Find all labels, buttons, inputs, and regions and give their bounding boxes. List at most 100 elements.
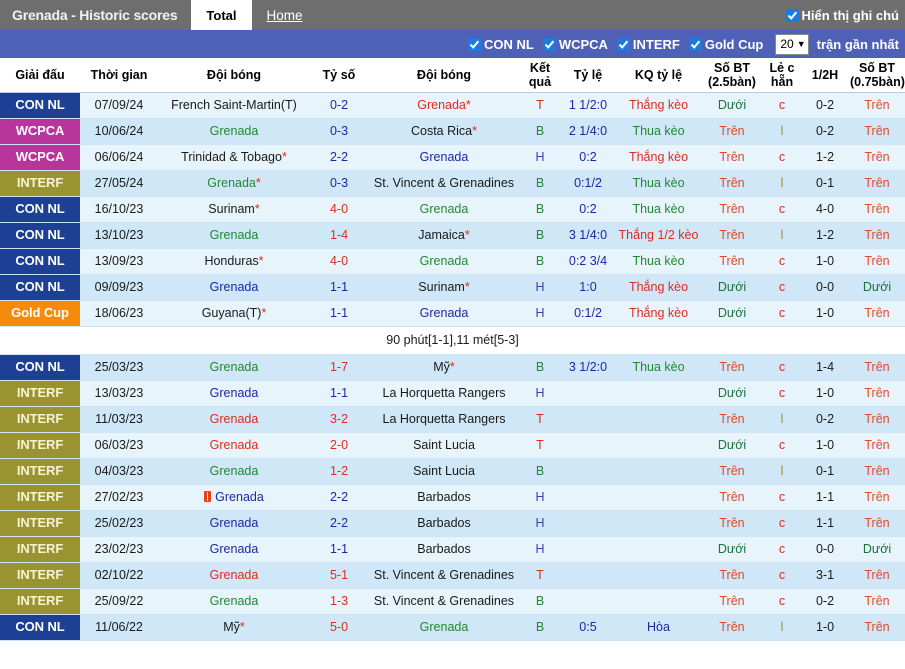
- col-home-team[interactable]: Đội bóng: [158, 58, 310, 93]
- table-row[interactable]: CON NL 13/10/23 Grenada 1-4 Jamaica* B 3 1/4:0…: [0, 222, 905, 249]
- away-team-cell[interactable]: St. Vincent & Grenadines: [368, 588, 520, 615]
- match-count-select[interactable]: 20 ▼: [775, 33, 809, 55]
- filter-interf[interactable]: INTERF: [616, 37, 680, 52]
- league-badge[interactable]: INTERF: [0, 589, 80, 614]
- league-cell[interactable]: CON NL: [0, 196, 80, 223]
- away-team-cell[interactable]: Barbados: [368, 536, 520, 563]
- checkbox-checked-icon[interactable]: [542, 37, 556, 51]
- score-cell[interactable]: 0-3: [310, 118, 368, 145]
- col-away-team[interactable]: Đội bóng: [368, 58, 520, 93]
- league-badge[interactable]: INTERF: [0, 485, 80, 510]
- away-team-cell[interactable]: Barbados: [368, 510, 520, 537]
- table-row[interactable]: Gold Cup 18/06/23 Guyana(T)* 1-1 Grenada H 0:1…: [0, 300, 905, 327]
- score-cell[interactable]: 1-3: [310, 588, 368, 615]
- home-team-cell[interactable]: Trinidad & Tobago*: [158, 144, 310, 171]
- league-badge[interactable]: WCPCA: [0, 145, 80, 170]
- league-cell[interactable]: INTERF: [0, 380, 80, 407]
- home-team-cell[interactable]: Grenada: [158, 484, 310, 511]
- col-time[interactable]: Thời gian: [80, 58, 158, 93]
- home-team-cell[interactable]: Grenada: [158, 118, 310, 145]
- table-row[interactable]: INTERF 06/03/23 Grenada 2-0 Saint Lucia T Dưới…: [0, 432, 905, 459]
- table-row[interactable]: INTERF 27/02/23 Grenada 2-2 Barbados H Trên c 1-…: [0, 484, 905, 511]
- league-cell[interactable]: INTERF: [0, 536, 80, 563]
- away-team-cell[interactable]: Grenada*: [368, 92, 520, 119]
- away-team-cell[interactable]: Costa Rica*: [368, 118, 520, 145]
- table-row[interactable]: CON NL 25/03/23 Grenada 1-7 Mỹ* B 3 1/2:0 Thua …: [0, 354, 905, 381]
- home-team-cell[interactable]: Honduras*: [158, 248, 310, 275]
- away-team-cell[interactable]: Surinam*: [368, 274, 520, 301]
- away-team-cell[interactable]: St. Vincent & Grenadines: [368, 170, 520, 197]
- col-odd-even[interactable]: Lẻ c hẵn: [763, 58, 801, 93]
- col-ou-25[interactable]: Số BT (2.5bàn): [701, 58, 763, 93]
- filter-con-nl[interactable]: CON NL: [467, 37, 534, 52]
- league-cell[interactable]: INTERF: [0, 588, 80, 615]
- home-team-cell[interactable]: Grenada: [158, 222, 310, 249]
- tab-home[interactable]: Home: [252, 0, 318, 30]
- away-team-cell[interactable]: Grenada: [368, 614, 520, 641]
- score-cell[interactable]: 4-0: [310, 196, 368, 223]
- home-team-cell[interactable]: Guyana(T)*: [158, 300, 310, 327]
- away-team-cell[interactable]: La Horquetta Rangers: [368, 406, 520, 433]
- table-row[interactable]: INTERF 02/10/22 Grenada 5-1 St. Vincent & Gr…: [0, 562, 905, 589]
- league-cell[interactable]: INTERF: [0, 170, 80, 197]
- league-cell[interactable]: Gold Cup: [0, 300, 80, 327]
- table-row[interactable]: WCPCA 06/06/24 Trinidad & Tobago* 2-2 Grenad…: [0, 144, 905, 171]
- league-badge[interactable]: CON NL: [0, 223, 80, 248]
- away-team-cell[interactable]: Saint Lucia: [368, 432, 520, 459]
- score-cell[interactable]: 1-1: [310, 380, 368, 407]
- home-team-cell[interactable]: Grenada: [158, 458, 310, 485]
- away-team-cell[interactable]: Grenada: [368, 196, 520, 223]
- col-odds-result[interactable]: KQ tỷ lệ: [616, 58, 701, 93]
- col-ou-075[interactable]: Số BT (0.75bàn): [849, 58, 905, 93]
- away-team-cell[interactable]: Barbados: [368, 484, 520, 511]
- home-team-cell[interactable]: Grenada: [158, 562, 310, 589]
- col-half-time[interactable]: 1/2H: [801, 58, 849, 93]
- col-result[interactable]: Kết quả: [520, 58, 560, 93]
- table-row[interactable]: INTERF 27/05/24 Grenada* 0-3 St. Vincent & G…: [0, 170, 905, 197]
- league-badge[interactable]: CON NL: [0, 355, 80, 380]
- home-team-cell[interactable]: Grenada: [158, 536, 310, 563]
- table-row[interactable]: CON NL 11/06/22 Mỹ* 5-0 Grenada B 0:5 Hòa Trên l 1…: [0, 614, 905, 641]
- league-cell[interactable]: CON NL: [0, 614, 80, 641]
- col-score[interactable]: Tỷ số: [310, 58, 368, 93]
- table-row[interactable]: CON NL 16/10/23 Surinam* 4-0 Grenada B 0:2 Thua…: [0, 196, 905, 223]
- league-badge[interactable]: INTERF: [0, 511, 80, 536]
- league-cell[interactable]: INTERF: [0, 484, 80, 511]
- league-cell[interactable]: WCPCA: [0, 118, 80, 145]
- table-row[interactable]: CON NL 09/09/23 Grenada 1-1 Surinam* H 1:0 Thắn…: [0, 274, 905, 301]
- league-badge[interactable]: INTERF: [0, 171, 80, 196]
- away-team-cell[interactable]: Grenada: [368, 300, 520, 327]
- league-badge[interactable]: CON NL: [0, 275, 80, 300]
- league-badge[interactable]: Gold Cup: [0, 301, 80, 326]
- score-cell[interactable]: 5-0: [310, 614, 368, 641]
- away-team-cell[interactable]: Jamaica*: [368, 222, 520, 249]
- score-cell[interactable]: 1-1: [310, 300, 368, 327]
- score-cell[interactable]: 2-2: [310, 484, 368, 511]
- league-badge[interactable]: CON NL: [0, 93, 80, 118]
- filter-gold-cup[interactable]: Gold Cup: [688, 37, 763, 52]
- checkbox-checked-icon[interactable]: [467, 37, 481, 51]
- table-row[interactable]: INTERF 25/09/22 Grenada 1-3 St. Vincent & Gr…: [0, 588, 905, 615]
- table-row[interactable]: INTERF 11/03/23 Grenada 3-2 La Horquetta Ran…: [0, 406, 905, 433]
- score-cell[interactable]: 0-3: [310, 170, 368, 197]
- league-cell[interactable]: INTERF: [0, 406, 80, 433]
- league-badge[interactable]: INTERF: [0, 537, 80, 562]
- league-badge[interactable]: INTERF: [0, 433, 80, 458]
- home-team-cell[interactable]: Grenada: [158, 406, 310, 433]
- league-cell[interactable]: INTERF: [0, 458, 80, 485]
- home-team-cell[interactable]: French Saint-Martin(T): [158, 92, 310, 119]
- home-team-cell[interactable]: Grenada: [158, 380, 310, 407]
- checkbox-checked-icon[interactable]: [785, 8, 799, 22]
- league-badge[interactable]: CON NL: [0, 197, 80, 222]
- away-team-cell[interactable]: Mỹ*: [368, 354, 520, 381]
- score-cell[interactable]: 0-2: [310, 92, 368, 119]
- score-cell[interactable]: 2-2: [310, 144, 368, 171]
- tab-total[interactable]: Total: [191, 0, 252, 30]
- league-badge[interactable]: INTERF: [0, 407, 80, 432]
- home-team-cell[interactable]: Grenada: [158, 274, 310, 301]
- table-row[interactable]: INTERF 04/03/23 Grenada 1-2 Saint Lucia B Trên…: [0, 458, 905, 485]
- score-cell[interactable]: 1-1: [310, 536, 368, 563]
- league-badge[interactable]: INTERF: [0, 459, 80, 484]
- home-team-cell[interactable]: Grenada: [158, 354, 310, 381]
- checkbox-checked-icon[interactable]: [688, 37, 702, 51]
